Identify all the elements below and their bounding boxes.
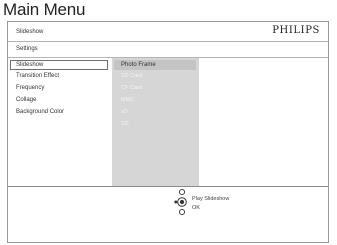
menu-item-frequency[interactable]: Frequency xyxy=(16,85,44,91)
option-mmc[interactable]: MMC xyxy=(121,97,134,103)
menu-item-transition-effect[interactable]: Transition Effect xyxy=(16,73,59,79)
source-options-panel: Photo Frame SD Card CF Card MMC xD SD xyxy=(112,58,199,186)
menu-item-collage[interactable]: Collage xyxy=(16,97,36,103)
nav-down-circle-icon xyxy=(178,208,186,216)
option-xd[interactable]: xD xyxy=(121,109,128,115)
breadcrumb-settings: Settings xyxy=(16,46,38,52)
screen-title: Slideshow xyxy=(16,29,44,35)
option-cf-card[interactable]: CF Card xyxy=(121,85,142,91)
breadcrumb-bar: Settings xyxy=(8,42,328,58)
option-photo-frame[interactable]: Photo Frame xyxy=(114,60,196,70)
brand-logo: PHILIPS xyxy=(272,25,320,36)
play-slideshow-hint: Play Slideshow xyxy=(192,196,230,202)
footer-hints: Play Slideshow OK xyxy=(8,186,328,242)
settings-menu: Slideshow Transition Effect Frequency Co… xyxy=(8,58,112,186)
nav-ok-dot-icon xyxy=(179,199,185,205)
option-sd-card[interactable]: SD Card xyxy=(121,73,142,79)
nav-left-dot-icon xyxy=(174,200,178,204)
title-bar: Slideshow PHILIPS xyxy=(8,22,328,42)
menu-item-slideshow[interactable]: Slideshow xyxy=(10,60,108,70)
menu-item-background-color[interactable]: Background Color xyxy=(16,109,64,115)
option-sd[interactable]: SD xyxy=(121,121,129,127)
device-screen: Slideshow PHILIPS Settings Slideshow Tra… xyxy=(7,21,329,243)
navigation-pad-icon xyxy=(174,188,187,216)
page-heading: Main Menu xyxy=(3,0,86,19)
ok-hint: OK xyxy=(192,205,200,211)
nav-up-circle-icon xyxy=(178,188,186,196)
